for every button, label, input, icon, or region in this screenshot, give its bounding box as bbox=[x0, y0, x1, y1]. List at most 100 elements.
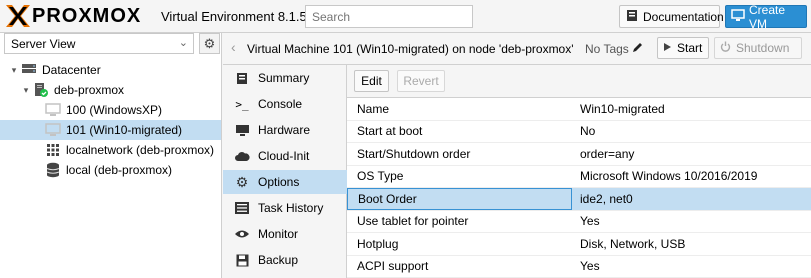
pencil-icon bbox=[632, 42, 643, 56]
search-input[interactable] bbox=[305, 5, 473, 28]
logo-text: PROXMOX bbox=[32, 5, 142, 27]
options-row-boot-order[interactable]: Boot Order ide2, net0 bbox=[347, 188, 811, 211]
option-key: Start/Shutdown order bbox=[357, 146, 471, 161]
nav-item-options[interactable]: ⚙ Options bbox=[223, 170, 347, 194]
expand-toggle-icon[interactable]: ▾ bbox=[8, 65, 20, 76]
nav-item-label: Summary bbox=[258, 71, 310, 85]
tree-node-label: deb-proxmox bbox=[54, 83, 125, 97]
nav-item-summary[interactable]: Summary bbox=[223, 66, 347, 90]
tree-node-label: 101 (Win10-migrated) bbox=[66, 123, 183, 137]
option-value: No bbox=[580, 124, 596, 139]
nav-item-label: Console bbox=[258, 97, 303, 111]
floppy-icon bbox=[233, 252, 251, 268]
top-header: PROXMOX Virtual Environment 8.1.5 Docume… bbox=[0, 0, 811, 33]
start-button[interactable]: Start bbox=[657, 37, 709, 59]
option-value: Disk, Network, USB bbox=[580, 236, 686, 251]
options-panel: Edit Revert Name Win10-migrated Start at… bbox=[347, 65, 811, 278]
option-key: Start at boot bbox=[357, 124, 423, 139]
options-grid: Name Win10-migrated Start at boot No Sta… bbox=[347, 98, 811, 278]
server-online-icon bbox=[32, 82, 50, 98]
book-icon bbox=[626, 9, 639, 25]
nav-item-label: Monitor bbox=[258, 227, 299, 241]
terminal-icon: >_ bbox=[235, 97, 249, 111]
monitor-icon bbox=[731, 8, 745, 25]
expand-toggle-icon[interactable]: ▾ bbox=[20, 85, 32, 96]
nav-item-label: Task History bbox=[258, 201, 324, 215]
proxmox-logo[interactable]: PROXMOX bbox=[6, 5, 141, 27]
vm-header-bar: ‹ Virtual Machine 101 (Win10-migrated) o… bbox=[223, 33, 811, 65]
tree-node-label: 100 (WindowsXP) bbox=[66, 103, 163, 117]
options-row-start-shutdown-order[interactable]: Start/Shutdown order order=any bbox=[347, 143, 811, 166]
tree-node-vm-101[interactable]: 101 (Win10-migrated) bbox=[0, 120, 221, 140]
option-key: ACPI support bbox=[357, 259, 429, 274]
option-value: Yes bbox=[580, 214, 600, 229]
nav-item-label: Backup bbox=[258, 253, 299, 267]
create-vm-label: Create VM bbox=[749, 2, 786, 31]
nav-item-hardware[interactable]: Hardware bbox=[223, 118, 347, 142]
revert-button[interactable]: Revert bbox=[397, 70, 445, 92]
option-value: Win10-migrated bbox=[580, 101, 665, 116]
network-grid-icon bbox=[44, 142, 62, 158]
resource-tree-panel: Server View ⌄ ⚙ ▾ Datacenter ▾ deb-proxm… bbox=[0, 33, 222, 278]
nav-item-cloud-init[interactable]: Cloud-Init bbox=[223, 144, 347, 168]
options-toolbar: Edit Revert bbox=[347, 65, 811, 98]
vm-title: Virtual Machine 101 (Win10-migrated) on … bbox=[247, 42, 574, 56]
options-row-acpi-support[interactable]: ACPI support Yes bbox=[347, 256, 811, 278]
nav-item-console[interactable]: >_ Console bbox=[223, 92, 347, 116]
edit-label: Edit bbox=[361, 74, 382, 88]
nav-item-label: Hardware bbox=[258, 123, 311, 137]
nav-item-label: Options bbox=[258, 175, 300, 189]
edit-button[interactable]: Edit bbox=[354, 70, 389, 92]
tree-node-vm-100[interactable]: 100 (WindowsXP) bbox=[0, 100, 221, 120]
tags-editor[interactable]: No Tags bbox=[585, 42, 643, 56]
vm-nav-menu: Summary >_ Console Hardware Cloud-Init ⚙… bbox=[223, 65, 347, 278]
tags-label: No Tags bbox=[585, 42, 629, 56]
proxmox-x-logo-icon bbox=[6, 5, 30, 27]
tree-node-label: local (deb-proxmox) bbox=[66, 163, 173, 177]
chevron-left-icon[interactable]: ‹ bbox=[231, 39, 236, 55]
tree-settings-button[interactable]: ⚙ bbox=[199, 33, 220, 54]
options-row-start-at-boot[interactable]: Start at boot No bbox=[347, 121, 811, 143]
eye-icon bbox=[233, 226, 251, 242]
option-key: Name bbox=[357, 101, 390, 116]
nav-item-backup[interactable]: Backup bbox=[223, 248, 347, 272]
book-icon bbox=[233, 70, 251, 86]
gear-icon: ⚙ bbox=[203, 35, 216, 51]
nav-item-monitor[interactable]: Monitor bbox=[223, 222, 347, 246]
vm-stopped-icon bbox=[44, 102, 62, 118]
desktop-icon bbox=[233, 122, 251, 138]
tree-node-datacenter[interactable]: ▾ Datacenter bbox=[0, 60, 221, 80]
power-icon bbox=[720, 41, 731, 55]
server-view-select[interactable]: Server View ⌄ bbox=[4, 33, 194, 54]
option-value: ide2, net0 bbox=[580, 191, 633, 206]
documentation-button[interactable]: Documentation bbox=[619, 5, 724, 28]
server-view-label: Server View bbox=[11, 36, 76, 51]
vm-stopped-icon bbox=[44, 122, 62, 138]
options-row-name[interactable]: Name Win10-migrated bbox=[347, 98, 811, 121]
chevron-down-icon: ⌄ bbox=[178, 37, 188, 49]
nav-item-label: Cloud-Init bbox=[258, 149, 310, 163]
shutdown-button[interactable]: Shutdown bbox=[714, 37, 802, 59]
tree-node-local-storage[interactable]: local (deb-proxmox) bbox=[0, 160, 221, 180]
start-label: Start bbox=[677, 41, 703, 55]
option-value: Microsoft Windows 10/2016/2019 bbox=[580, 169, 758, 184]
gear-icon: ⚙ bbox=[235, 173, 249, 190]
list-icon bbox=[233, 200, 251, 216]
datacenter-icon bbox=[20, 62, 38, 78]
tree-node-label: localnetwork (deb-proxmox) bbox=[66, 143, 215, 157]
tree-node-deb-proxmox[interactable]: ▾ deb-proxmox bbox=[0, 80, 221, 100]
options-row-use-tablet[interactable]: Use tablet for pointer Yes bbox=[347, 211, 811, 233]
option-key: Boot Order bbox=[347, 188, 572, 210]
shutdown-label: Shutdown bbox=[736, 41, 790, 55]
options-row-hotplug[interactable]: Hotplug Disk, Network, USB bbox=[347, 233, 811, 256]
storage-icon bbox=[44, 162, 62, 178]
documentation-label: Documentation bbox=[643, 9, 724, 24]
tree-node-localnetwork[interactable]: localnetwork (deb-proxmox) bbox=[0, 140, 221, 160]
create-vm-button[interactable]: Create VM bbox=[725, 2, 807, 31]
tree-node-label: Datacenter bbox=[42, 63, 101, 77]
option-value: order=any bbox=[580, 146, 635, 161]
option-key: Hotplug bbox=[357, 236, 399, 251]
options-row-os-type[interactable]: OS Type Microsoft Windows 10/2016/2019 bbox=[347, 166, 811, 188]
nav-item-task-history[interactable]: Task History bbox=[223, 196, 347, 220]
option-value: Yes bbox=[580, 259, 600, 274]
